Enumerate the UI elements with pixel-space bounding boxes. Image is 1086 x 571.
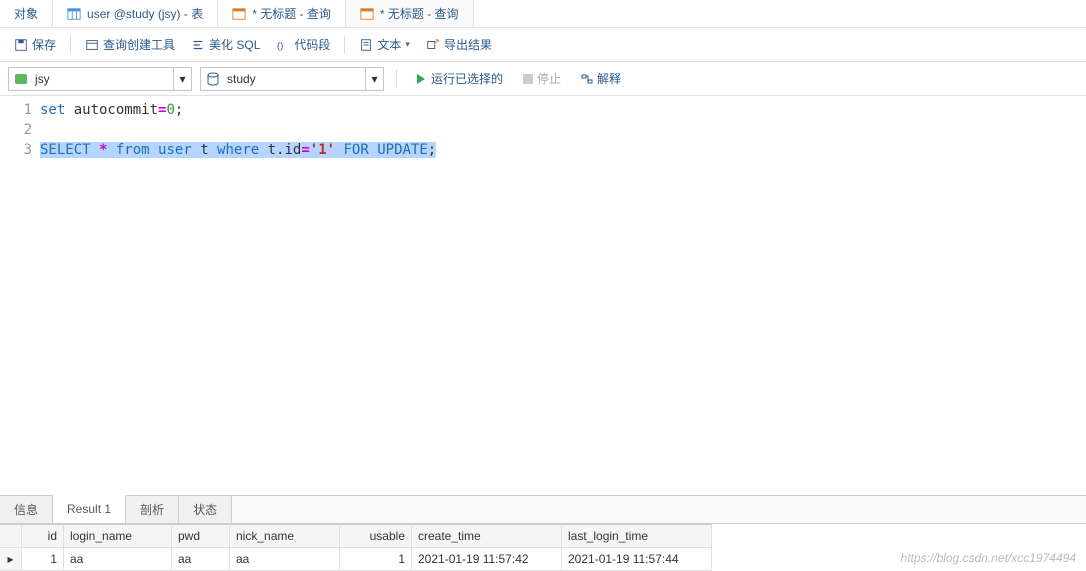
separator [344, 36, 345, 54]
col-login-name[interactable]: login_name [64, 524, 172, 548]
export-button[interactable]: 导出结果 [420, 33, 498, 56]
toolbar-connection: jsy ▾ study ▾ 运行已选择的 停止 解释 [0, 62, 1086, 96]
row-indicator: ▸ [0, 548, 22, 571]
cell-last-login-time[interactable]: 2021-01-19 11:57:44 [562, 548, 712, 571]
line-number: 2 [0, 120, 32, 140]
explain-button[interactable]: 解释 [575, 68, 627, 89]
col-nick-name[interactable]: nick_name [230, 524, 340, 548]
tab-user-table[interactable]: user @study (jsy) - 表 [53, 0, 218, 27]
tab-label: * 无标题 - 查询 [380, 5, 459, 22]
svg-text:(): () [277, 40, 283, 51]
table-row[interactable]: ▸ 1 aa aa aa 1 2021-01-19 11:57:42 2021-… [0, 548, 1086, 571]
tab-profile[interactable]: 剖析 [126, 496, 179, 523]
button-label: 查询创建工具 [103, 36, 175, 53]
toolbar-main: 保存 查询创建工具 美化 SQL () 代码段 文本 ▾ 导出结果 [0, 28, 1086, 62]
button-label: 运行已选择的 [431, 70, 503, 87]
cell-pwd[interactable]: aa [172, 548, 230, 571]
text-button[interactable]: 文本 ▾ [353, 33, 416, 56]
tab-label: * 无标题 - 查询 [252, 5, 331, 22]
button-label: 文本 [377, 36, 401, 53]
button-label: 代码段 [294, 36, 330, 53]
tab-query-1[interactable]: * 无标题 - 查询 [218, 0, 346, 27]
chevron-down-icon: ▾ [405, 39, 410, 50]
row-header-corner [0, 524, 22, 548]
cell-nick-name[interactable]: aa [230, 548, 340, 571]
stop-icon [523, 74, 533, 84]
tab-label: 对象 [14, 5, 38, 22]
cell-usable[interactable]: 1 [340, 548, 412, 571]
code-line [40, 120, 436, 140]
cell-create-time[interactable]: 2021-01-19 11:57:42 [412, 548, 562, 571]
text-icon [359, 38, 373, 52]
beautify-button[interactable]: 美化 SQL [185, 33, 266, 56]
cell-login-name[interactable]: aa [64, 548, 172, 571]
stop-button: 停止 [517, 68, 567, 89]
tab-label: user @study (jsy) - 表 [87, 5, 203, 22]
line-number: 1 [0, 100, 32, 120]
snippet-icon: () [276, 38, 290, 52]
database-icon [205, 71, 221, 87]
combo-value: study [225, 72, 365, 86]
save-button[interactable]: 保存 [8, 33, 62, 56]
col-usable[interactable]: usable [340, 524, 412, 548]
connection-icon [13, 71, 29, 87]
button-label: 导出结果 [444, 36, 492, 53]
separator [396, 70, 397, 88]
col-id[interactable]: id [22, 524, 64, 548]
connection-combo[interactable]: jsy ▾ [8, 67, 192, 91]
beautify-icon [191, 38, 205, 52]
save-icon [14, 38, 28, 52]
snippet-button[interactable]: () 代码段 [270, 33, 336, 56]
play-icon [415, 73, 427, 85]
tab-info[interactable]: 信息 [0, 496, 53, 523]
code-line: SELECT * from user t where t.id='1' FOR … [40, 140, 436, 160]
button-label: 解释 [597, 70, 621, 87]
explain-icon [581, 73, 593, 85]
cell-id[interactable]: 1 [22, 548, 64, 571]
col-create-time[interactable]: create_time [412, 524, 562, 548]
builder-icon [85, 38, 99, 52]
database-combo[interactable]: study ▾ [200, 67, 384, 91]
col-last-login-time[interactable]: last_login_time [562, 524, 712, 548]
button-label: 停止 [537, 70, 561, 87]
sql-editor[interactable]: 1 2 3 set autocommit=0; SELECT * from us… [0, 96, 1086, 495]
query-icon [360, 7, 374, 21]
tab-result-1[interactable]: Result 1 [53, 495, 126, 523]
code-area[interactable]: set autocommit=0; SELECT * from user t w… [40, 96, 436, 495]
line-gutter: 1 2 3 [0, 96, 40, 495]
button-label: 美化 SQL [209, 36, 260, 53]
table-icon [67, 7, 81, 21]
result-grid: id login_name pwd nick_name usable creat… [0, 523, 1086, 571]
code-line: set autocommit=0; [40, 100, 436, 120]
result-tabs: 信息 Result 1 剖析 状态 [0, 495, 1086, 523]
tab-objects[interactable]: 对象 [0, 0, 53, 27]
document-tabs: 对象 user @study (jsy) - 表 * 无标题 - 查询 * 无标… [0, 0, 1086, 28]
run-selected-button[interactable]: 运行已选择的 [409, 68, 509, 89]
chevron-down-icon[interactable]: ▾ [173, 68, 191, 90]
export-icon [426, 38, 440, 52]
grid-header: id login_name pwd nick_name usable creat… [0, 524, 1086, 548]
chevron-down-icon[interactable]: ▾ [365, 68, 383, 90]
query-icon [232, 7, 246, 21]
button-label: 保存 [32, 36, 56, 53]
line-number: 3 [0, 140, 32, 160]
separator [70, 36, 71, 54]
tab-query-2[interactable]: * 无标题 - 查询 [346, 0, 474, 27]
col-pwd[interactable]: pwd [172, 524, 230, 548]
combo-value: jsy [33, 72, 173, 86]
tab-status[interactable]: 状态 [179, 496, 232, 523]
query-builder-button[interactable]: 查询创建工具 [79, 33, 181, 56]
